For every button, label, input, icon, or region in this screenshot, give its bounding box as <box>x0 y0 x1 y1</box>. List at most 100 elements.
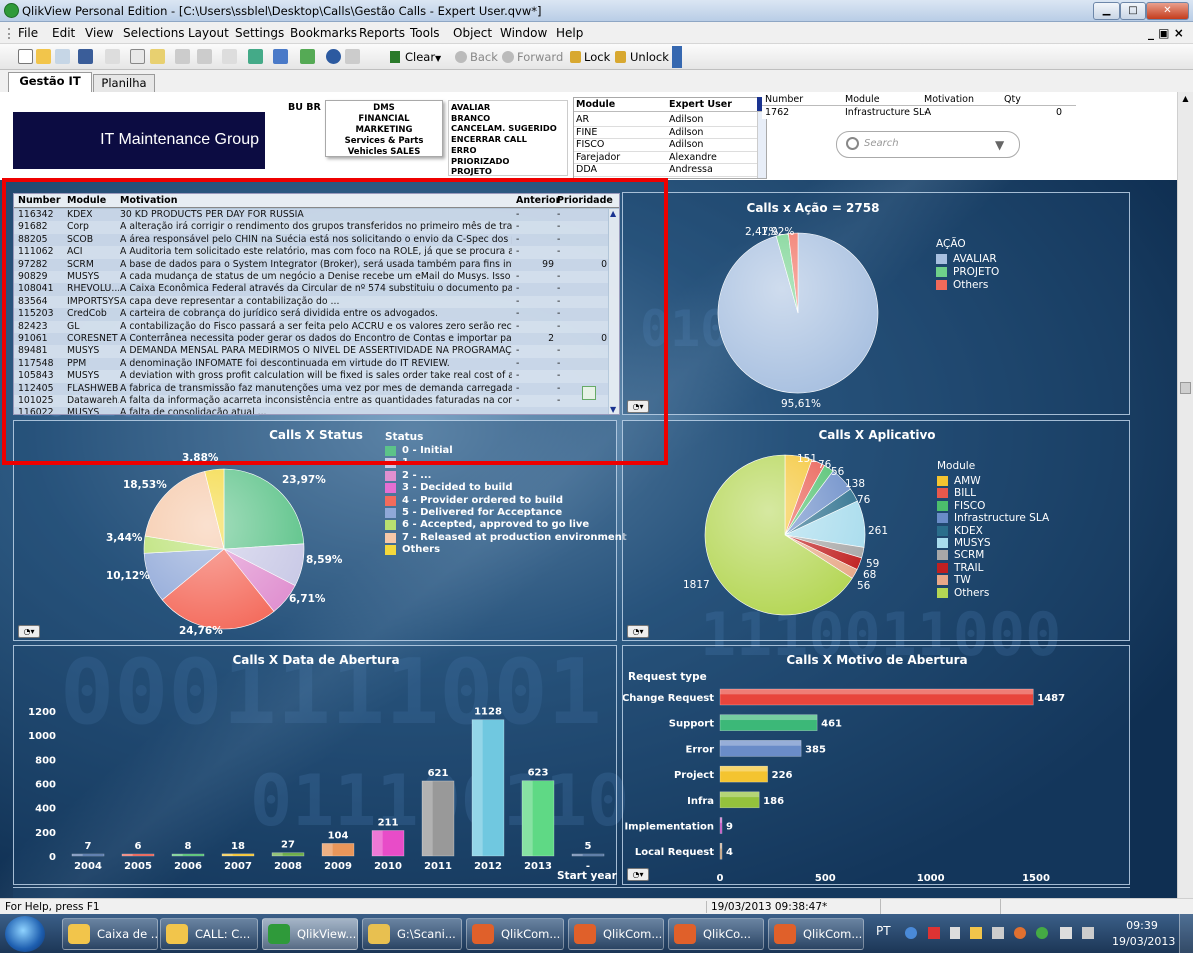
save-icon[interactable] <box>78 49 93 64</box>
start-button[interactable] <box>5 916 45 952</box>
legend-item[interactable]: 3 - Decided to build <box>402 482 513 493</box>
menu-help[interactable]: Help <box>556 26 583 40</box>
app-tray-icon[interactable] <box>1014 927 1026 939</box>
chevron-down-icon[interactable]: ▼ <box>995 138 1004 152</box>
legend-item[interactable]: 6 - Accepted, approved to go live <box>402 519 589 530</box>
legend-item[interactable]: SCRM <box>954 549 984 561</box>
tab-planilha[interactable]: Planilha <box>93 74 155 92</box>
module-header[interactable]: Module <box>576 99 615 110</box>
help-icon[interactable] <box>326 49 341 64</box>
legend-item[interactable]: Others <box>402 544 440 555</box>
monitor-icon[interactable] <box>992 927 1004 939</box>
legend-item[interactable]: Others <box>953 279 988 291</box>
bookmark-icon[interactable] <box>300 49 315 64</box>
menu-layout[interactable]: Layout <box>188 26 229 40</box>
forward-button[interactable]: Forward <box>517 50 563 64</box>
module-user-expert[interactable]: Andressa <box>669 164 713 175</box>
legend-item[interactable]: PROJETO <box>953 266 999 278</box>
maximize-button[interactable]: □ <box>1120 2 1146 20</box>
module-user-expert[interactable]: Adilson <box>669 127 703 138</box>
legend-item[interactable]: Others <box>954 587 989 599</box>
taskbar-firefox-2[interactable]: QlikCom... <box>568 918 664 950</box>
reload-data-icon[interactable] <box>150 49 165 64</box>
reload-icon[interactable] <box>55 49 70 64</box>
module-user-module[interactable]: Farejador <box>576 152 620 163</box>
taskbar-explorer[interactable]: G:\Scani... <box>362 918 462 950</box>
unlock-button[interactable]: Unlock <box>630 50 669 64</box>
undo-icon[interactable] <box>175 49 190 64</box>
lock-button[interactable]: Lock <box>584 50 610 64</box>
chart-icon[interactable] <box>273 49 288 64</box>
clear-dropdown-icon[interactable]: ▼ <box>435 54 441 63</box>
summary-header-number[interactable]: Number <box>765 94 803 105</box>
module-user-module[interactable]: FINE <box>576 127 597 138</box>
acao-item[interactable]: PRIORIZADO <box>451 156 509 166</box>
module-user-expert[interactable]: Adilson <box>669 139 703 150</box>
legend-item[interactable]: Infrastructure SLA <box>954 512 1049 524</box>
acao-item[interactable]: ERRO <box>451 145 477 155</box>
bu-item[interactable]: MARKETING <box>326 125 442 135</box>
clock-date[interactable]: 19/03/2013 <box>1112 935 1175 948</box>
edit-script-icon[interactable] <box>130 49 145 64</box>
module-user-expert[interactable]: Adilson <box>669 114 703 125</box>
mdi-controls[interactable]: _ ▣ × <box>1148 26 1184 40</box>
acao-item[interactable]: AVALIAR <box>451 102 490 112</box>
toolbar-overflow-icon[interactable] <box>672 46 682 68</box>
legend-item[interactable]: 5 - Delivered for Acceptance <box>402 507 562 518</box>
taskbar-outlook-inbox[interactable]: Caixa de ... <box>62 918 158 950</box>
menu-file[interactable]: File <box>18 26 38 40</box>
clock-time[interactable]: 09:39 <box>1112 919 1172 932</box>
context-help-icon[interactable] <box>345 49 360 64</box>
legend-item[interactable]: 4 - Provider ordered to build <box>402 495 563 506</box>
clear-button[interactable]: Clear <box>405 50 435 64</box>
summary-header-module[interactable]: Module <box>845 94 880 105</box>
status-chart-menu-icon[interactable]: ◔▾ <box>18 625 40 638</box>
menu-tools[interactable]: Tools <box>410 26 440 40</box>
menu-object[interactable]: Object <box>453 26 492 40</box>
open-folder-icon[interactable] <box>36 49 51 64</box>
legend-item[interactable]: MUSYS <box>954 537 991 549</box>
legend-item[interactable]: KDEX <box>954 525 983 537</box>
taskbar-qlikview[interactable]: QlikView... <box>262 918 358 950</box>
sync-icon[interactable] <box>1036 927 1048 939</box>
module-user-module[interactable]: FISCO <box>576 139 604 150</box>
sheet-scrollbar[interactable]: ▲ <box>1177 92 1193 898</box>
network-tray-icon[interactable] <box>1060 927 1072 939</box>
menu-settings[interactable]: Settings <box>235 26 284 40</box>
acao-item[interactable]: PROJETO <box>451 166 492 176</box>
menu-window[interactable]: Window <box>500 26 547 40</box>
module-user-module[interactable]: DDA <box>576 164 597 175</box>
menu-bookmarks[interactable]: Bookmarks <box>290 26 357 40</box>
search-box[interactable]: Search ▼ <box>836 131 1020 158</box>
tab-gestao-it[interactable]: Gestão IT <box>8 72 92 92</box>
module-user-expert[interactable]: Alexandre <box>669 152 717 163</box>
expert-user-header[interactable]: Expert User <box>669 99 732 110</box>
shield-icon[interactable] <box>950 927 960 939</box>
network-icon[interactable] <box>905 927 917 939</box>
bu-item[interactable]: FINANCIAL <box>326 114 442 124</box>
module-user-module[interactable]: AR <box>576 114 589 125</box>
acao-item[interactable]: ENCERRAR CALL <box>451 134 527 144</box>
search-icon[interactable] <box>222 49 237 64</box>
legend-item[interactable]: AVALIAR <box>953 253 997 265</box>
folder-icon[interactable] <box>970 927 982 939</box>
summary-header-qty[interactable]: Qty <box>1004 94 1021 105</box>
selections-icon[interactable] <box>248 49 263 64</box>
new-document-icon[interactable] <box>18 49 33 64</box>
menu-reports[interactable]: Reports <box>359 26 405 40</box>
taskbar-firefox-4[interactable]: QlikCom... <box>768 918 864 950</box>
language-indicator[interactable]: PT <box>876 924 891 938</box>
legend-item[interactable]: FISCO <box>954 500 985 512</box>
menu-view[interactable]: View <box>85 26 113 40</box>
bu-item[interactable]: Services & Parts <box>326 136 442 146</box>
legend-item[interactable]: AMW <box>954 475 981 487</box>
taskbar-outlook-call[interactable]: CALL: C... <box>160 918 258 950</box>
minimize-button[interactable]: ▁ <box>1093 2 1120 20</box>
volume-icon[interactable] <box>1082 927 1094 939</box>
pdf-icon[interactable] <box>928 927 940 939</box>
print-icon[interactable] <box>105 49 120 64</box>
legend-item[interactable]: TRAIL <box>954 562 983 574</box>
acao-item[interactable]: BRANCO <box>451 113 490 123</box>
show-desktop-button[interactable] <box>1179 914 1193 953</box>
legend-item[interactable]: 2 - ... <box>402 470 431 481</box>
